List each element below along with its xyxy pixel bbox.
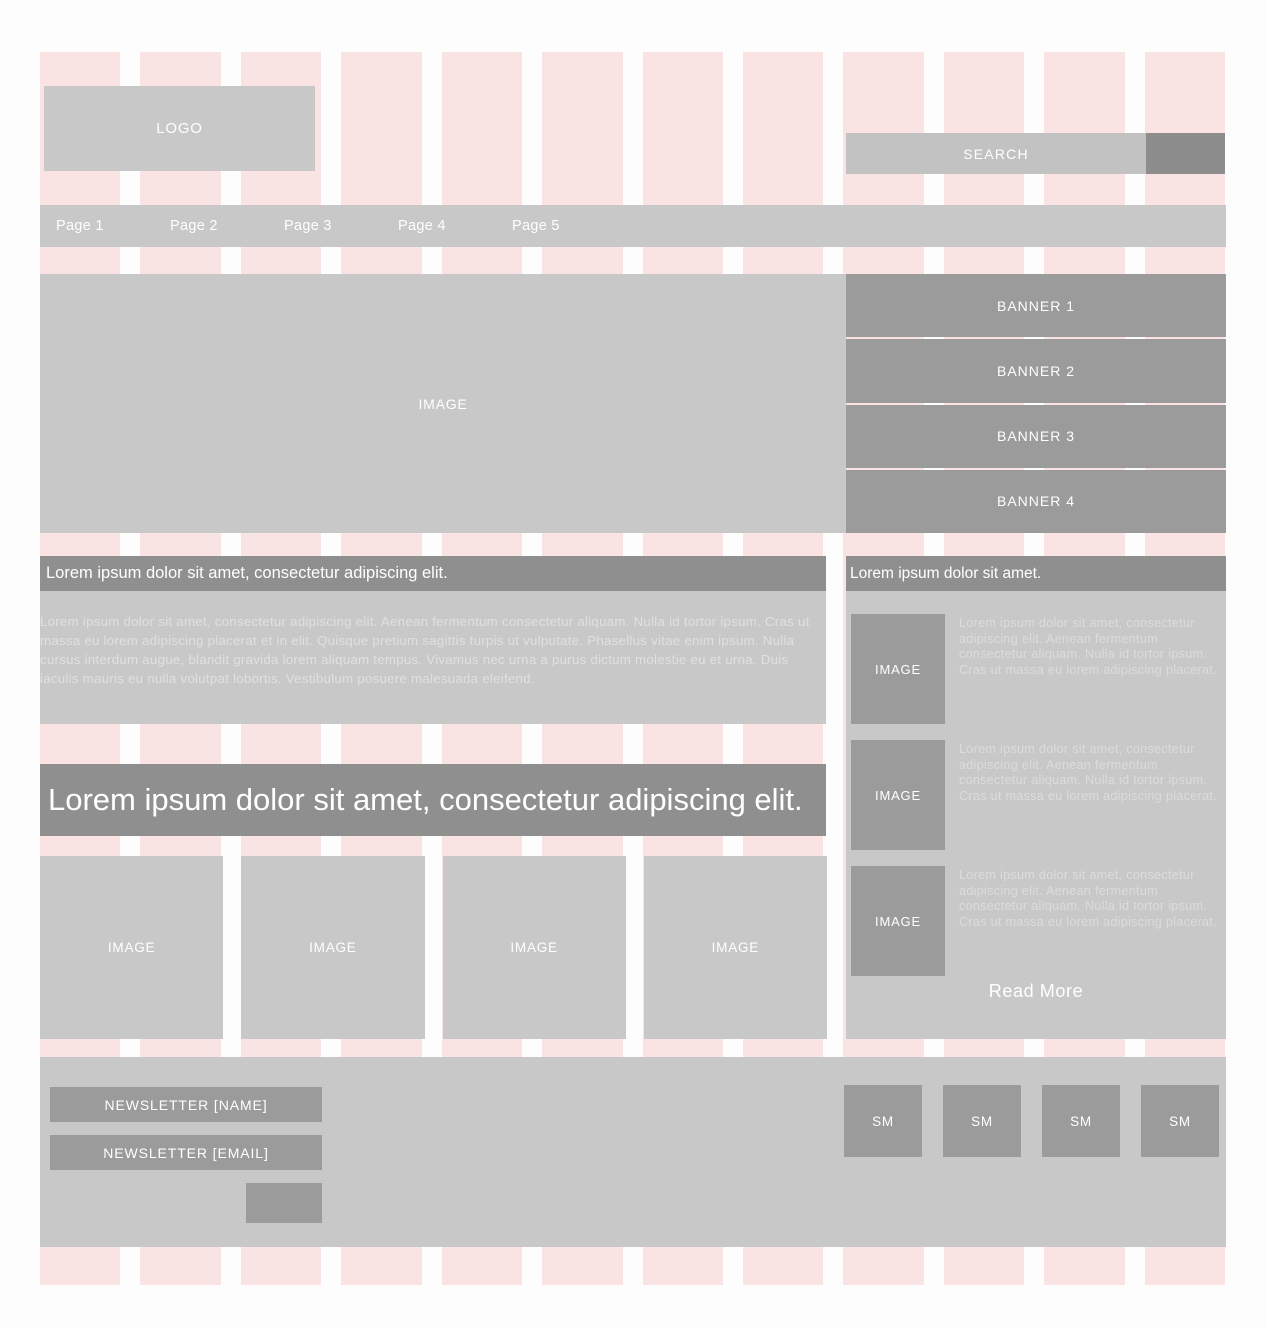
search-bar: SEARCH	[846, 133, 1225, 174]
social-media-icon-1[interactable]: SM	[844, 1085, 922, 1157]
sidebar-item-text: Lorem ipsum dolor sit amet, consectetur …	[959, 616, 1217, 677]
sidebar-panel: Lorem ipsum dolor sit amet. IMAGE Lorem …	[846, 556, 1226, 1039]
search-button[interactable]	[1146, 133, 1225, 174]
logo-placeholder[interactable]: LOGO	[44, 86, 315, 171]
social-media-row: SM SM SM SM	[844, 1085, 1219, 1157]
nav-item-page-1[interactable]: Page 1	[56, 218, 170, 234]
nav-item-page-3[interactable]: Page 3	[284, 218, 398, 234]
thumbnail-2[interactable]: IMAGE	[241, 856, 425, 1039]
hero-image-placeholder[interactable]: IMAGE	[40, 274, 846, 533]
sidebar-item-text: Lorem ipsum dolor sit amet, consectetur …	[959, 868, 1217, 929]
thumbnail-4[interactable]: IMAGE	[643, 856, 827, 1039]
banner-list: BANNER 1 BANNER 2 BANNER 3 BANNER 4	[846, 274, 1226, 533]
read-more-link[interactable]: Read More	[846, 981, 1226, 1002]
sidebar-item-image: IMAGE	[851, 614, 945, 724]
footer-panel: NEWSLETTER [NAME] NEWSLETTER [EMAIL] SM …	[40, 1057, 1226, 1247]
logo-label: LOGO	[156, 120, 203, 137]
wireframe-page: LOGO SEARCH Page 1 Page 2 Page 3 Page 4 …	[0, 0, 1266, 1328]
page-content: LOGO SEARCH Page 1 Page 2 Page 3 Page 4 …	[0, 0, 1266, 1328]
sidebar-list-item[interactable]: IMAGE Lorem ipsum dolor sit amet, consec…	[851, 614, 1225, 724]
sidebar-item-image: IMAGE	[851, 866, 945, 976]
search-input[interactable]: SEARCH	[846, 133, 1146, 174]
nav-item-page-2[interactable]: Page 2	[170, 218, 284, 234]
thumbnail-3[interactable]: IMAGE	[442, 856, 626, 1039]
thumbnail-1[interactable]: IMAGE	[40, 856, 224, 1039]
newsletter-name-input[interactable]: NEWSLETTER [NAME]	[50, 1087, 322, 1122]
thumbnail-row: IMAGE IMAGE IMAGE IMAGE	[40, 856, 827, 1039]
sidebar-heading: Lorem ipsum dolor sit amet.	[846, 556, 1226, 591]
banner-2[interactable]: BANNER 2	[846, 339, 1226, 403]
hero-image-label: IMAGE	[418, 395, 468, 412]
sidebar-item-text: Lorem ipsum dolor sit amet, consectetur …	[959, 742, 1217, 803]
main-navigation: Page 1 Page 2 Page 3 Page 4 Page 5	[40, 205, 1226, 247]
nav-item-page-4[interactable]: Page 4	[398, 218, 512, 234]
feature-headline: Lorem ipsum dolor sit amet, consectetur …	[40, 764, 826, 836]
sidebar-list-item[interactable]: IMAGE Lorem ipsum dolor sit amet, consec…	[851, 866, 1225, 976]
social-media-icon-2[interactable]: SM	[943, 1085, 1021, 1157]
sidebar-item-image: IMAGE	[851, 740, 945, 850]
newsletter-email-input[interactable]: NEWSLETTER [EMAIL]	[50, 1135, 322, 1170]
banner-3[interactable]: BANNER 3	[846, 404, 1226, 468]
social-media-icon-4[interactable]: SM	[1141, 1085, 1219, 1157]
banner-1[interactable]: BANNER 1	[846, 274, 1226, 338]
sidebar-list-item[interactable]: IMAGE Lorem ipsum dolor sit amet, consec…	[851, 740, 1225, 850]
nav-item-page-5[interactable]: Page 5	[512, 218, 626, 234]
article-body-text: Lorem ipsum dolor sit amet, consectetur …	[40, 614, 810, 686]
social-media-icon-3[interactable]: SM	[1042, 1085, 1120, 1157]
article-heading: Lorem ipsum dolor sit amet, consectetur …	[40, 556, 826, 591]
banner-4[interactable]: BANNER 4	[846, 469, 1226, 533]
newsletter-submit-button[interactable]	[246, 1183, 322, 1223]
